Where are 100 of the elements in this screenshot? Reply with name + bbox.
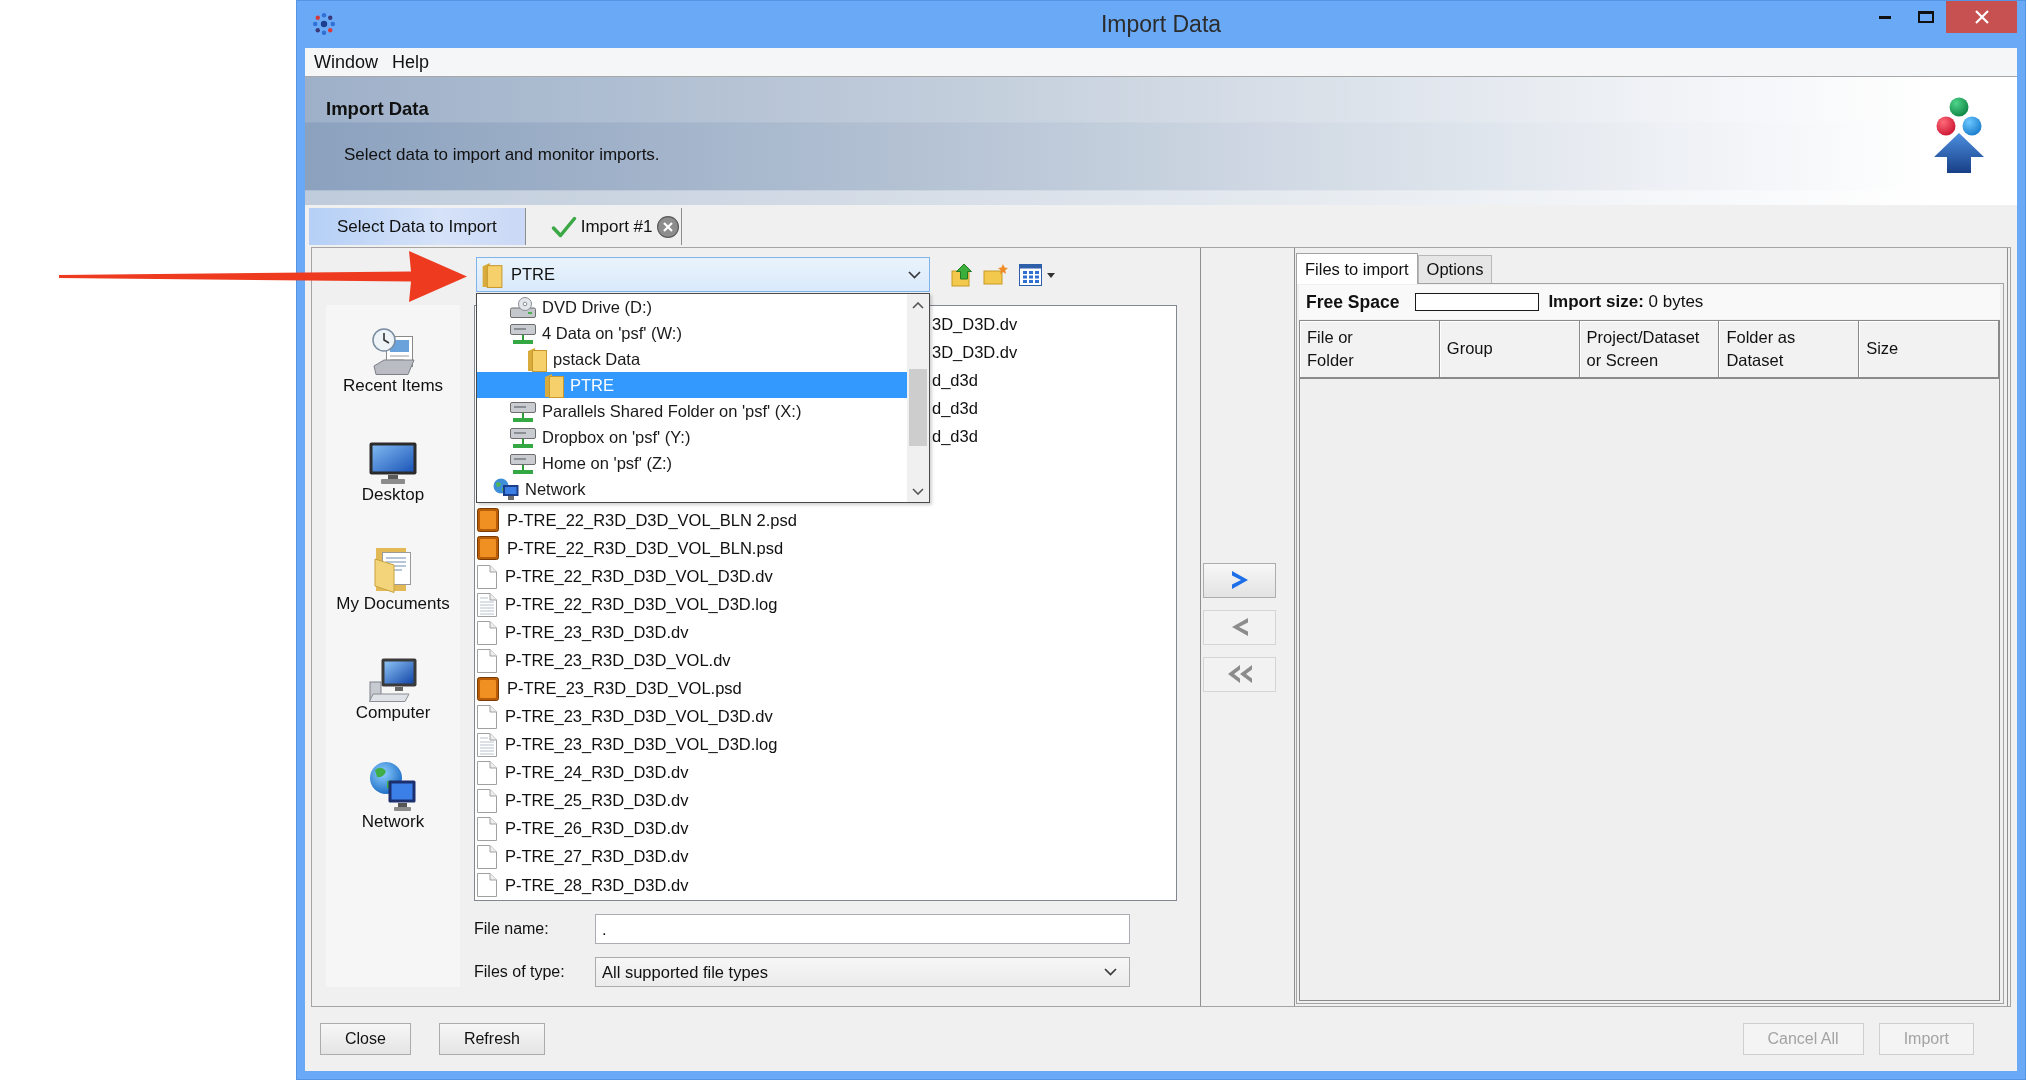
location-option[interactable]: Dropbox on 'psf' (Y:) bbox=[477, 424, 907, 450]
minimize-icon bbox=[1878, 15, 1891, 19]
dialog-button[interactable]: Close bbox=[320, 1022, 411, 1055]
window-title: Import Data bbox=[1100, 11, 1222, 38]
up-folder-icon[interactable] bbox=[951, 262, 973, 287]
file-row[interactable]: P-TRE_27_R3D_D3D.dv bbox=[475, 842, 695, 871]
file-row[interactable]: P-TRE_26_R3D_D3D.dv bbox=[475, 814, 695, 843]
up-arrow-logo-icon bbox=[1934, 97, 1984, 173]
file-row[interactable]: P-TRE_23_R3D_D3D_VOL.dv bbox=[475, 646, 737, 675]
computer-icon bbox=[369, 658, 417, 702]
monitor-icon bbox=[369, 442, 417, 484]
grid-view-icon[interactable] bbox=[1019, 263, 1055, 286]
network-drive-icon bbox=[510, 426, 536, 448]
folder-icon bbox=[527, 346, 547, 372]
text-document-icon bbox=[477, 592, 497, 617]
add-button[interactable] bbox=[1203, 562, 1276, 598]
scrollbar-thumb[interactable] bbox=[909, 369, 927, 446]
document-icon bbox=[477, 816, 497, 841]
column-header[interactable]: Project/Dataset or Screen bbox=[1579, 321, 1720, 379]
file-row[interactable]: P-TRE_25_R3D_D3D.dv bbox=[475, 786, 695, 815]
close-tab-icon[interactable] bbox=[656, 215, 679, 238]
location-option[interactable]: 4 Data on 'psf' (W:) bbox=[477, 320, 907, 346]
file-name-field[interactable]: . bbox=[595, 914, 1130, 944]
menu-item[interactable]: Window bbox=[307, 51, 386, 73]
chevron-up-icon[interactable] bbox=[912, 301, 924, 309]
location-option[interactable]: Parallels Shared Folder on 'psf' (X:) bbox=[477, 398, 907, 424]
file-row[interactable]: P-TRE_23_R3D_D3D_VOL_D3D.dv bbox=[475, 702, 779, 731]
column-header[interactable]: Folder as Dataset bbox=[1719, 321, 1860, 379]
file-row[interactable]: 3D_D3D.dv bbox=[932, 338, 1024, 367]
file-row[interactable]: d_d3d bbox=[932, 422, 984, 451]
scrollbar[interactable] bbox=[907, 294, 929, 502]
file-row[interactable]: P-TRE_22_R3D_D3D_VOL_BLN.psd bbox=[475, 534, 790, 563]
clock-documents-icon bbox=[371, 328, 415, 375]
location-option[interactable]: Home on 'psf' (Z:) bbox=[477, 450, 907, 476]
place-item[interactable]: Recent Items bbox=[340, 327, 446, 396]
network-drive-icon bbox=[510, 322, 536, 344]
close-button[interactable] bbox=[1946, 1, 2017, 33]
network-drive-icon bbox=[510, 452, 536, 474]
document-icon bbox=[477, 564, 497, 589]
file-row[interactable]: P-TRE_22_R3D_D3D_VOL_D3D.log bbox=[475, 590, 784, 619]
document-icon bbox=[477, 620, 497, 645]
dialog-button[interactable]: Refresh bbox=[438, 1022, 545, 1055]
file-badge-icon bbox=[477, 508, 499, 533]
chevron-right-icon bbox=[1230, 570, 1249, 590]
place-item[interactable]: My Documents bbox=[334, 545, 452, 614]
tab[interactable]: Select Data to Import bbox=[309, 208, 526, 245]
new-folder-icon[interactable] bbox=[983, 264, 1009, 285]
disc-drive-icon bbox=[510, 296, 536, 318]
double-chevron-left-icon bbox=[1226, 664, 1253, 684]
file-row[interactable]: P-TRE_23_R3D_D3D_VOL.psd bbox=[475, 674, 748, 703]
maximize-icon bbox=[1917, 11, 1934, 23]
header-description: Select data to import and monitor imports. bbox=[344, 144, 660, 166]
file-row[interactable]: d_d3d bbox=[932, 366, 984, 395]
place-item[interactable]: Computer bbox=[353, 654, 433, 723]
column-header[interactable]: Size bbox=[1859, 321, 1999, 379]
app-icon[interactable] bbox=[313, 13, 335, 35]
location-option[interactable]: Network bbox=[477, 476, 907, 502]
document-icon bbox=[477, 844, 497, 869]
free-space-label: Free Space bbox=[1306, 291, 1400, 313]
file-badge-icon bbox=[477, 536, 499, 561]
file-row[interactable]: P-TRE_28_R3D_D3D.dv bbox=[475, 871, 695, 900]
folder-icon bbox=[544, 372, 564, 398]
document-icon bbox=[477, 704, 497, 729]
globe-monitor-icon bbox=[369, 761, 417, 811]
file-row[interactable]: P-TRE_23_R3D_D3D_VOL_D3D.log bbox=[475, 730, 784, 759]
tab[interactable]: Options bbox=[1417, 255, 1493, 283]
document-icon bbox=[477, 760, 497, 785]
file-type-dropdown[interactable]: All supported file types bbox=[595, 957, 1130, 987]
column-header[interactable]: Group bbox=[1439, 321, 1580, 379]
field-label: Files of type: bbox=[474, 963, 566, 981]
import-size-text: Import size: 0 bytes bbox=[1548, 292, 1704, 312]
file-row[interactable]: P-TRE_22_R3D_D3D_VOL_D3D.dv bbox=[475, 562, 779, 591]
tab[interactable]: Files to import bbox=[1296, 253, 1418, 284]
location-dropdown[interactable]: PTRE bbox=[476, 257, 930, 292]
documents-folder-icon bbox=[374, 545, 412, 593]
location-option[interactable]: pstack Data bbox=[477, 346, 907, 372]
document-icon bbox=[477, 873, 497, 897]
chevron-down-icon[interactable] bbox=[912, 487, 924, 495]
file-row[interactable]: d_d3d bbox=[932, 394, 984, 423]
chevron-down-icon bbox=[1104, 968, 1117, 976]
place-item[interactable]: Network bbox=[359, 763, 427, 832]
file-row[interactable]: P-TRE_22_R3D_D3D_VOL_BLN 2.psd bbox=[475, 506, 803, 535]
network-drive-icon bbox=[510, 400, 536, 422]
header-title: Import Data bbox=[326, 98, 429, 120]
folder-icon bbox=[481, 261, 503, 288]
chevron-left-icon bbox=[1230, 617, 1249, 637]
field-label: File name: bbox=[474, 920, 550, 938]
tab[interactable]: Import #1 bbox=[525, 208, 682, 245]
globe-monitor-icon bbox=[493, 478, 519, 500]
file-row[interactable]: 3D_D3D.dv bbox=[932, 310, 1024, 339]
file-badge-icon bbox=[477, 676, 499, 701]
place-item[interactable]: Desktop bbox=[359, 436, 427, 505]
file-row[interactable]: P-TRE_24_R3D_D3D.dv bbox=[475, 758, 695, 787]
document-icon bbox=[477, 648, 497, 673]
file-row[interactable]: P-TRE_23_R3D_D3D.dv bbox=[475, 618, 695, 647]
column-header[interactable]: File or Folder bbox=[1300, 321, 1440, 379]
document-icon bbox=[477, 788, 497, 813]
location-option[interactable]: DVD Drive (D:) bbox=[477, 294, 907, 320]
close-icon bbox=[1974, 10, 1989, 24]
menu-item[interactable]: Help bbox=[385, 51, 437, 73]
